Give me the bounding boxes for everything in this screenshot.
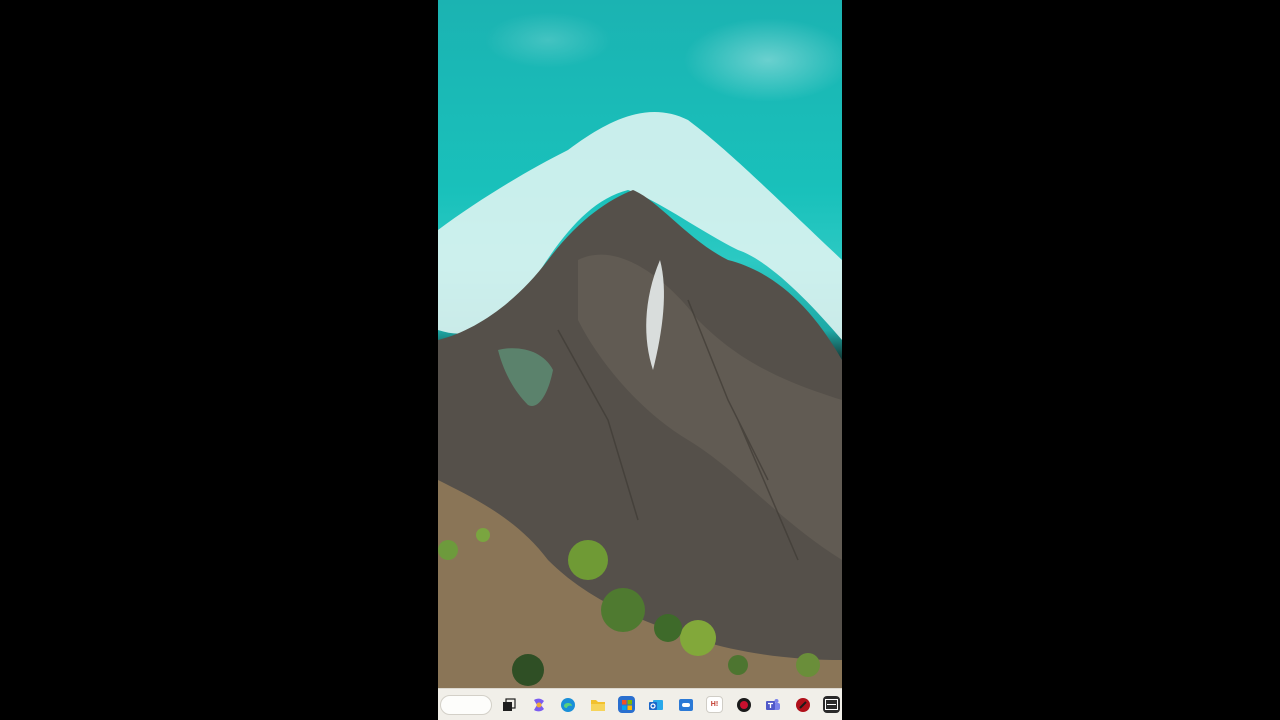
media-app-icon[interactable] (794, 696, 811, 713)
notepad-icon-label: H! (710, 701, 719, 708)
teams-icon[interactable] (764, 696, 781, 713)
taskbar-search-box[interactable] (440, 695, 492, 715)
notepad-icon[interactable]: H! (706, 696, 723, 713)
taskbar: H! (438, 688, 842, 720)
microsoft-store-icon[interactable] (618, 696, 635, 713)
xbox-game-bar-icon[interactable] (677, 696, 694, 713)
task-view-icon[interactable] (500, 696, 517, 713)
outlook-icon[interactable] (647, 696, 664, 713)
wallpaper-art (438, 111, 842, 688)
edge-icon[interactable] (559, 696, 576, 713)
file-explorer-icon[interactable] (589, 696, 606, 713)
record-app-icon[interactable] (735, 696, 752, 713)
desktop-wallpaper (438, 0, 842, 688)
phone-screen: H! (438, 0, 842, 720)
screen-recorder-icon[interactable] (823, 696, 840, 713)
copilot-icon[interactable] (530, 696, 547, 713)
